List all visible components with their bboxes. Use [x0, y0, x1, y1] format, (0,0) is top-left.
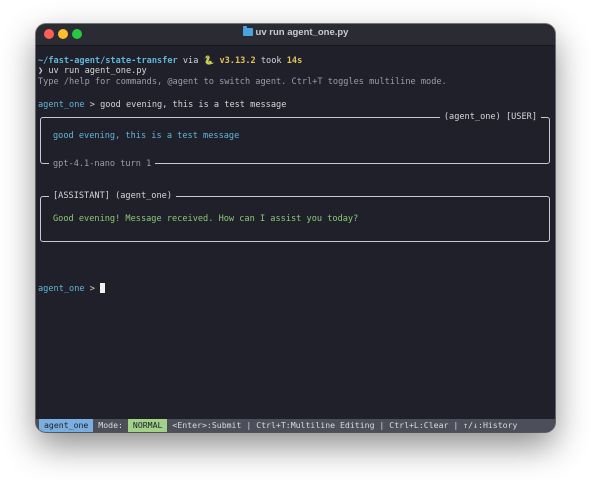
user-entry-separator: >	[84, 100, 101, 110]
shell-prompt: ~/fast-agent/state-transfer via 🐍 v3.13.…	[38, 56, 302, 66]
user-panel-label: (agent_one) [USER]	[439, 112, 541, 122]
user-entry-agent: agent_one	[38, 100, 85, 110]
prompt-via: via	[177, 56, 204, 66]
help-text: Type /help for commands, @agent to switc…	[38, 77, 447, 87]
folder-icon	[242, 26, 253, 36]
python-icon: 🐍	[203, 56, 215, 66]
command-text: uv run agent_one.py	[48, 66, 147, 76]
prompt-took: took	[255, 56, 287, 66]
prompt-duration: 14s	[286, 56, 303, 66]
assistant-message-panel: [ASSISTANT] (agent_one) Good evening! Me…	[40, 191, 550, 242]
user-panel-message: good evening, this is a test message	[53, 131, 240, 141]
user-panel-footer: gpt-4.1-nano turn 1	[49, 159, 156, 169]
input-prompt[interactable]: agent_one >	[38, 283, 106, 294]
command-line: ❯ uv run agent_one.py	[38, 66, 147, 76]
prompt-arrow: ❯	[38, 66, 49, 76]
prompt-path: ~/fast-agent/state-transfer	[38, 56, 178, 66]
window-title: uv run agent_one.py	[36, 26, 555, 38]
input-prompt-separator: >	[84, 284, 101, 294]
user-entry-message: good evening, this is a test message	[100, 100, 287, 110]
window-title-text: uv run agent_one.py	[255, 27, 349, 38]
user-entry: agent_one > good evening, this is a test…	[38, 100, 286, 110]
status-agent: agent_one	[39, 419, 94, 432]
terminal-window: uv run agent_one.py ~/fast-agent/state-t…	[36, 24, 555, 432]
user-message-panel: (agent_one) [USER] good evening, this is…	[40, 112, 550, 169]
status-bar: agent_one Mode: NORMAL <Enter>:Submit | …	[36, 419, 555, 432]
input-prompt-agent: agent_one	[38, 284, 85, 294]
python-version: v3.13.2	[214, 56, 256, 66]
status-hints: <Enter>:Submit | Ctrl+T:Multiline Editin…	[167, 420, 518, 430]
status-mode: NORMAL	[127, 419, 168, 432]
text-cursor	[100, 283, 106, 293]
assistant-panel-label: [ASSISTANT] (agent_one)	[49, 191, 176, 201]
assistant-panel-message: Good evening! Message received. How can …	[53, 214, 359, 224]
title-bar: uv run agent_one.py	[36, 24, 555, 46]
status-mode-label: Mode:	[93, 420, 128, 430]
